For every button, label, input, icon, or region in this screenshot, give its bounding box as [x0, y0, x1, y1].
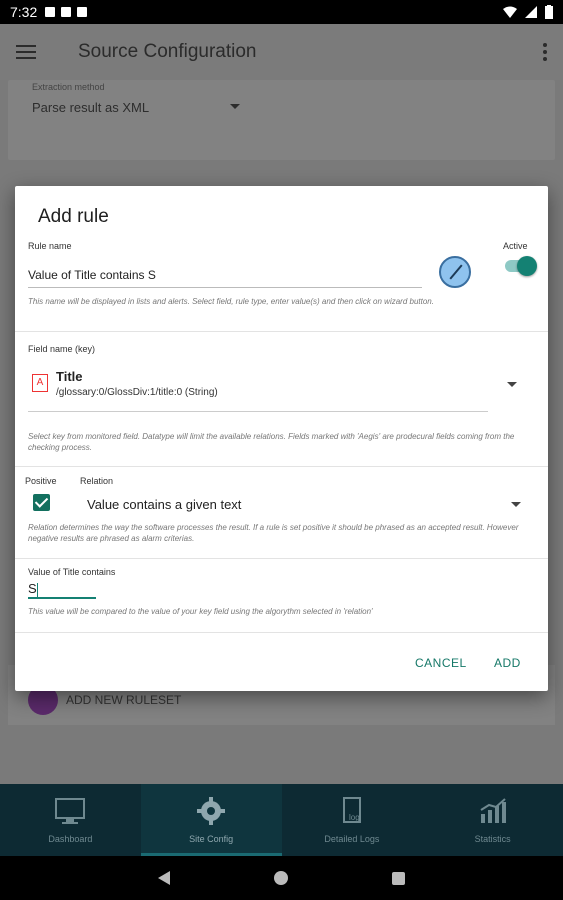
positive-checkbox[interactable] [33, 494, 50, 511]
extraction-card: Extraction method Parse result as XML [8, 80, 555, 160]
app-bar: Source Configuration [0, 24, 563, 80]
monitor-icon [55, 798, 86, 824]
gear-icon [197, 797, 226, 825]
bottom-navigation: Dashboard Site Config log Detailed Logs … [0, 784, 563, 856]
nav-statistics-label: Statistics [474, 834, 511, 844]
nav-detailed-logs-label: Detailed Logs [324, 834, 380, 844]
add-button[interactable]: ADD [494, 656, 521, 670]
relation-label: Relation [80, 476, 114, 486]
nav-statistics[interactable]: Statistics [422, 784, 563, 856]
field-path[interactable]: /glossary:0/GlossDiv:1/title:0 (String) [56, 387, 218, 398]
notification-icon [45, 7, 56, 17]
field-title[interactable]: Title [56, 369, 83, 384]
back-icon[interactable] [158, 871, 170, 885]
value-help: This value will be compared to the value… [28, 607, 373, 616]
text-field-icon: A [32, 374, 48, 392]
nav-site-config[interactable]: Site Config [140, 784, 282, 856]
chevron-down-icon [230, 104, 240, 109]
system-navigation [0, 856, 563, 900]
signal-icon [525, 6, 537, 18]
app-title: Source Configuration [78, 41, 257, 62]
sync-icon [77, 7, 88, 17]
divider [15, 466, 548, 467]
divider [15, 331, 548, 332]
wifi-icon [503, 6, 517, 18]
status-bar: 7:32 [0, 0, 563, 24]
relation-dropdown-icon[interactable] [511, 502, 521, 507]
text-cursor [37, 583, 38, 597]
value-input[interactable]: S [28, 581, 96, 599]
svg-text:log: log [349, 813, 360, 822]
value-label: Value of Title contains [28, 567, 116, 577]
relation-help: Relation determines the way the software… [28, 523, 519, 543]
home-icon[interactable] [274, 871, 288, 885]
active-label: Active [503, 241, 528, 251]
toggle-thumb [517, 256, 537, 276]
nav-dashboard[interactable]: Dashboard [0, 784, 141, 856]
sd-card-icon [61, 7, 72, 17]
wizard-wand-icon[interactable] [439, 256, 471, 288]
add-ruleset-button[interactable]: ADD NEW RULESET [66, 693, 181, 707]
divider [15, 632, 548, 633]
recents-icon[interactable] [392, 871, 405, 885]
field-dropdown-icon[interactable] [507, 382, 517, 387]
extraction-select[interactable]: Parse result as XML [32, 100, 149, 115]
field-help: Select key from monitored field. Datatyp… [28, 432, 515, 452]
field-underline [28, 411, 488, 412]
rule-name-help: This name will be displayed in lists and… [28, 297, 434, 306]
overflow-menu-icon[interactable] [543, 43, 547, 61]
active-toggle[interactable] [505, 256, 537, 276]
chart-icon [480, 798, 506, 823]
log-icon: log [342, 797, 361, 823]
rule-name-label: Rule name [28, 241, 72, 251]
extraction-label: Extraction method [32, 82, 105, 92]
system-icons [503, 5, 553, 19]
battery-icon [545, 5, 553, 19]
notification-icons [45, 7, 88, 17]
add-rule-dialog: Add rule Rule name Value of Title contai… [15, 186, 548, 691]
nav-detailed-logs[interactable]: log Detailed Logs [282, 784, 423, 856]
positive-label: Positive [25, 476, 57, 486]
nav-dashboard-label: Dashboard [48, 834, 93, 844]
cancel-button[interactable]: CANCEL [415, 656, 467, 670]
divider [15, 558, 548, 559]
dialog-title: Add rule [38, 206, 109, 227]
status-time: 7:32 [10, 4, 38, 20]
hamburger-menu-icon[interactable] [16, 45, 36, 59]
field-name-label: Field name (key) [28, 344, 96, 354]
nav-site-config-label: Site Config [189, 834, 234, 844]
rule-name-input[interactable]: Value of Title contains S [28, 268, 422, 288]
relation-select[interactable]: Value contains a given text [87, 497, 241, 512]
